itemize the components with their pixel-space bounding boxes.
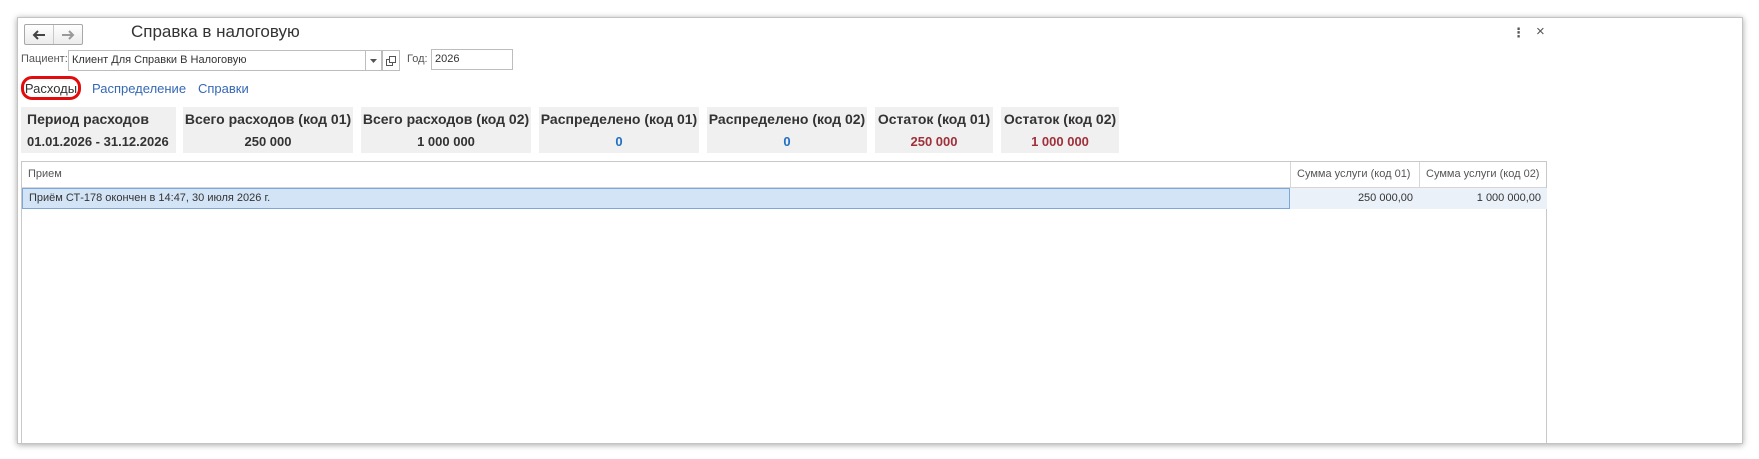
arrow-right-icon — [62, 29, 75, 40]
cell-sum-02[interactable]: 1 000 000,00 — [1419, 188, 1547, 209]
summary-header: Распределено (код 02) — [708, 111, 866, 127]
summary-value: 01.01.2026 - 31.12.2026 — [27, 134, 169, 149]
year-field[interactable]: 2026 — [431, 49, 513, 70]
patient-field[interactable]: Клиент Для Справки В Налоговую — [68, 50, 366, 71]
summary-value: 0 — [615, 134, 623, 149]
summary-header: Всего расходов (код 02) — [362, 111, 530, 127]
summary-total-01: Всего расходов (код 01) 250 000 — [183, 107, 353, 153]
summary-balance-02: Остаток (код 02) 1 000 000 — [1001, 107, 1119, 153]
summary-distributed-01: Распределено (код 01) 0 — [539, 107, 699, 153]
patient-label: Пациент: — [21, 53, 68, 65]
tab-certificates[interactable]: Справки — [198, 81, 249, 96]
summary-header: Распределено (код 01) — [540, 111, 698, 127]
column-header-appointment[interactable]: Прием — [22, 162, 1290, 187]
window-title: Справка в налоговую — [131, 22, 300, 41]
arrow-left-icon — [32, 29, 45, 40]
back-button[interactable] — [25, 25, 53, 44]
navigation-buttons — [24, 24, 83, 45]
tab-distribution[interactable]: Распределение — [92, 81, 186, 96]
open-link-icon — [386, 55, 396, 66]
cell-sum-01[interactable]: 250 000,00 — [1290, 188, 1419, 209]
form-window: Справка в налоговую ⋮ × Пациент: Клиент … — [17, 17, 1743, 444]
chevron-down-icon — [370, 58, 377, 63]
summary-header: Остаток (код 01) — [877, 111, 991, 127]
close-icon[interactable]: × — [1536, 23, 1545, 40]
summary-period: Период расходов 01.01.2026 - 31.12.2026 — [21, 107, 176, 153]
summary-value: 250 000 — [910, 134, 958, 149]
cell-appointment[interactable]: Приём СТ-178 окончен в 14:47, 30 июля 20… — [22, 188, 1290, 209]
table-row[interactable]: Приём СТ-178 окончен в 14:47, 30 июля 20… — [22, 188, 1547, 209]
summary-value: 250 000 — [244, 134, 292, 149]
forward-button[interactable] — [53, 25, 82, 44]
column-header-sum-02[interactable]: Сумма услуги (код 02) — [1419, 162, 1547, 187]
year-label: Год: — [407, 53, 428, 65]
column-header-sum-01[interactable]: Сумма услуги (код 01) — [1290, 162, 1419, 187]
summary-balance-01: Остаток (код 01) 250 000 — [875, 107, 993, 153]
summary-header: Всего расходов (код 01) — [184, 111, 352, 127]
summary-value: 1 000 000 — [417, 134, 475, 149]
summary-value: 0 — [783, 134, 791, 149]
appointments-table[interactable]: Прием Сумма услуги (код 01) Сумма услуги… — [21, 161, 1547, 443]
tab-expenses[interactable]: Расходы — [21, 76, 81, 100]
more-menu-icon[interactable]: ⋮ — [1512, 25, 1525, 41]
tab-expenses-label: Расходы — [24, 80, 78, 96]
summary-distributed-02: Распределено (код 02) 0 — [707, 107, 867, 153]
patient-dropdown-button[interactable] — [365, 50, 382, 71]
summary-header: Период расходов — [27, 111, 149, 127]
summary-value: 1 000 000 — [1031, 134, 1089, 149]
summary-header: Остаток (код 02) — [1003, 111, 1117, 127]
table-header: Прием Сумма услуги (код 01) Сумма услуги… — [22, 162, 1546, 188]
patient-open-button[interactable] — [382, 50, 400, 71]
summary-total-02: Всего расходов (код 02) 1 000 000 — [361, 107, 531, 153]
